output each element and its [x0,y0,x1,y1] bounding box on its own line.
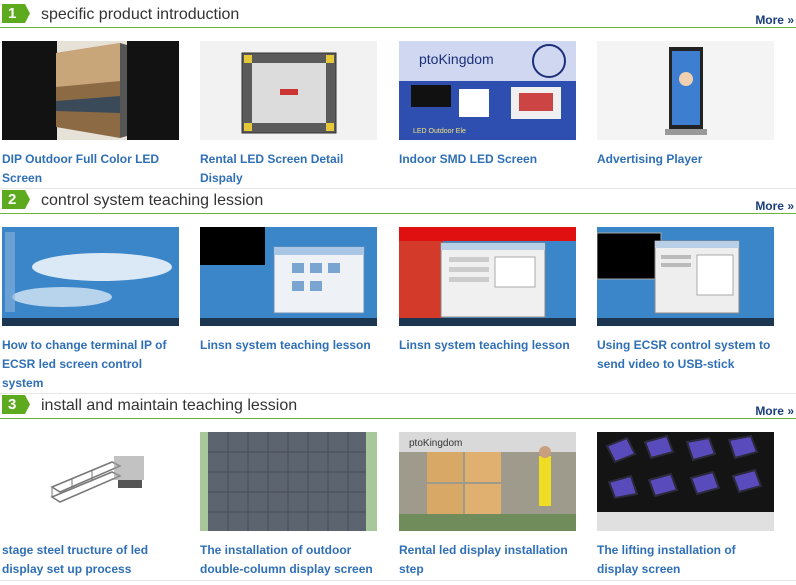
double-column-screen-image [200,432,377,531]
section-title: control system teaching lession [41,192,264,209]
section-header: 1 specific product introduction More » [0,0,796,28]
video-thumbnail[interactable] [597,227,774,326]
lifting-installation-image [597,432,774,531]
video-caption[interactable]: The lifting installation of display scre… [597,541,777,579]
video-caption[interactable]: Using ECSR control system to send video … [597,336,777,374]
video-thumbnail[interactable] [2,432,179,531]
section-title: specific product introduction [41,6,240,23]
video-caption[interactable]: Linsn system teaching lesson [399,336,579,355]
rental-installation-image: ptoKingdom [399,432,576,531]
section-number-badge: 2 [2,190,30,209]
video-thumbnail[interactable] [399,227,576,326]
section-header: 3 install and maintain teaching lession … [0,391,796,419]
section-rule [0,27,796,28]
video-thumbnail[interactable] [597,41,774,140]
more-link[interactable]: More » [755,198,794,214]
ecsr-software-screenshot-image [597,227,774,326]
video-caption[interactable]: Linsn system teaching lesson [200,336,380,355]
video-thumbnail[interactable] [200,432,377,531]
section-rule [0,418,796,419]
video-caption[interactable]: Rental LED Screen Detail Dispaly [200,150,380,188]
section-header: 2 control system teaching lession More » [0,186,796,214]
section-divider [0,580,796,581]
rental-led-cabinet-image [200,41,377,140]
video-thumbnail[interactable]: ptoKingdom LED Outdoor Ele [399,41,576,140]
video-thumbnail[interactable] [597,432,774,531]
steel-structure-image [2,432,179,531]
video-thumbnail[interactable] [2,227,179,326]
section-number-badge: 3 [2,395,30,414]
outdoor-led-screen-image [2,41,179,140]
advertising-player-image [597,41,774,140]
more-link[interactable]: More » [755,403,794,419]
video-caption[interactable]: How to change terminal IP of ECSR led sc… [2,336,182,393]
video-thumbnail[interactable] [200,227,377,326]
video-caption[interactable]: Advertising Player [597,150,777,169]
more-link[interactable]: More » [755,12,794,28]
video-thumbnail[interactable]: ptoKingdom [399,432,576,531]
section-title: install and maintain teaching lession [41,397,298,414]
logo-text: ptoKingdom [409,438,462,449]
indoor-smd-screen-image: ptoKingdom LED Outdoor Ele [399,41,576,140]
software-settings-screenshot-image [399,227,576,326]
video-thumbnail[interactable] [2,41,179,140]
banner-text: LED Outdoor Ele [413,128,466,135]
desktop-screenshot-image [2,227,179,326]
section-rule [0,213,796,214]
video-caption[interactable]: DIP Outdoor Full Color LED Screen [2,150,182,188]
video-thumbnail[interactable] [200,41,377,140]
video-caption[interactable]: Indoor SMD LED Screen [399,150,579,169]
software-window-screenshot-image [200,227,377,326]
section-number-badge: 1 [2,4,30,23]
video-caption[interactable]: Rental led display installation step [399,541,579,579]
video-caption[interactable]: The installation of outdoor double-colum… [200,541,380,579]
video-caption[interactable]: stage steel tructure of led display set … [2,541,182,579]
logo-text: ptoKingdom [419,51,494,67]
